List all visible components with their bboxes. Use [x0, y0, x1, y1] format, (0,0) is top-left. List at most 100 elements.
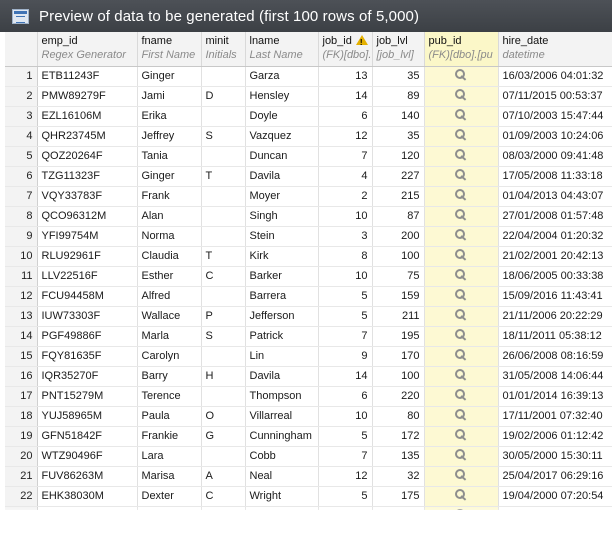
job-id-cell[interactable]: 8	[318, 246, 373, 267]
job-lvl-cell[interactable]: 75	[372, 266, 425, 287]
minit-cell[interactable]: O	[201, 406, 246, 427]
job-lvl-cell[interactable]: 175	[372, 486, 425, 507]
fname-cell[interactable]: Jeffrey	[137, 126, 202, 147]
pub-id-cell[interactable]	[424, 186, 499, 207]
pub-id-cell[interactable]	[424, 126, 499, 147]
emp-id-cell[interactable]: RLU92961F	[37, 246, 138, 267]
lookup-key-icon[interactable]	[454, 368, 468, 381]
lookup-key-icon[interactable]	[454, 388, 468, 401]
lookup-key-icon[interactable]	[454, 108, 468, 121]
hire-date-cell[interactable]: 07/11/2015 00:53:37	[498, 86, 612, 107]
table-row[interactable]: 15 FQY81635F Carolyn Lin 9 170 26/06/2008 08:1…	[5, 346, 612, 367]
job-id-cell[interactable]: 5	[318, 486, 373, 507]
emp-id-cell[interactable]: QOZ20264F	[37, 146, 138, 167]
minit-cell[interactable]: C	[201, 266, 246, 287]
lname-cell[interactable]: Patrick	[245, 326, 319, 347]
emp-id-cell[interactable]: FQY81635F	[37, 346, 138, 367]
lname-cell[interactable]: Stein	[245, 226, 319, 247]
column-header-job-lvl[interactable]: job_lvl [job_lvl]	[372, 32, 425, 67]
job-id-cell[interactable]: 6	[318, 386, 373, 407]
hire-date-cell[interactable]: 18/11/2011 05:38:12	[498, 326, 612, 347]
lname-cell[interactable]: Jefferson	[245, 306, 319, 327]
pub-id-cell[interactable]	[424, 446, 499, 467]
hire-date-cell[interactable]: 19/04/2000 07:20:54	[498, 486, 612, 507]
minit-cell[interactable]: T	[201, 166, 246, 187]
job-lvl-cell[interactable]: 100	[372, 366, 425, 387]
lookup-key-icon[interactable]	[454, 188, 468, 201]
minit-cell[interactable]: C	[201, 486, 246, 507]
lname-cell[interactable]: Cobb	[245, 446, 319, 467]
fname-cell[interactable]: Esther	[137, 266, 202, 287]
table-row[interactable]: 10 RLU92961F Claudia T Kirk 8 100 21/02/2001 20…	[5, 246, 612, 267]
emp-id-cell[interactable]: QCO96312M	[37, 206, 138, 227]
job-lvl-cell[interactable]: 159	[372, 286, 425, 307]
emp-id-cell[interactable]: TZG11323F	[37, 166, 138, 187]
pub-id-cell[interactable]	[424, 326, 499, 347]
table-row[interactable]: 5 QOZ20264F Tania Duncan 7 120 08/03/2000 09:4…	[5, 146, 612, 167]
fname-cell[interactable]: Alfred	[137, 286, 202, 307]
lname-cell[interactable]: Barrera	[245, 286, 319, 307]
table-row[interactable]: 16 IQR35270F Barry H Davila 14 100 31/05/2008 1…	[5, 366, 612, 387]
minit-cell[interactable]	[201, 206, 246, 227]
minit-cell[interactable]	[201, 146, 246, 167]
hire-date-cell[interactable]: 19/02/2006 01:12:42	[498, 426, 612, 447]
fname-cell[interactable]: Jami	[137, 86, 202, 107]
lname-cell[interactable]: Barker	[245, 266, 319, 287]
table-row[interactable]: 8 QCO96312M Alan Singh 10 87 27/01/2008 01:57:…	[5, 206, 612, 227]
job-lvl-cell[interactable]: 35	[372, 66, 425, 87]
fname-cell[interactable]: Paula	[137, 406, 202, 427]
job-lvl-cell[interactable]: 200	[372, 226, 425, 247]
pub-id-cell[interactable]	[424, 406, 499, 427]
hire-date-cell[interactable]: 21/11/2006 20:22:29	[498, 306, 612, 327]
job-id-cell[interactable]: 12	[318, 466, 373, 487]
column-header-pub-id[interactable]: pub_id (FK)[dbo].[pu	[424, 32, 499, 67]
pub-id-cell[interactable]	[424, 286, 499, 307]
job-lvl-cell[interactable]: 172	[372, 426, 425, 447]
emp-id-cell[interactable]: ETB11243F	[37, 66, 138, 87]
pub-id-cell[interactable]	[424, 486, 499, 507]
hire-date-cell[interactable]: 07/10/2003 15:47:44	[498, 106, 612, 127]
table-row[interactable]: 11 LLV22516F Esther C Barker 10 75 18/06/2005 0…	[5, 266, 612, 287]
column-header-emp-id[interactable]: emp_id Regex Generator	[37, 32, 138, 67]
fname-cell[interactable]: Lara	[137, 446, 202, 467]
table-row[interactable]: 20 WTZ90496F Lara Cobb 7 135 30/05/2000 15:30:…	[5, 446, 612, 467]
emp-id-cell[interactable]: PGF49886F	[37, 326, 138, 347]
table-row[interactable]: 3 EZL16106M Erika Doyle 6 140 07/10/2003 15:47…	[5, 106, 612, 127]
job-id-cell[interactable]: 14	[318, 86, 373, 107]
row-number-cell[interactable]: 13	[5, 306, 38, 327]
minit-cell[interactable]	[201, 66, 246, 87]
row-number-cell[interactable]: 12	[5, 286, 38, 307]
fname-cell[interactable]: Ginger	[137, 166, 202, 187]
row-number-cell[interactable]: 3	[5, 106, 38, 127]
minit-cell[interactable]: S	[201, 126, 246, 147]
emp-id-cell[interactable]: GFN51842F	[37, 426, 138, 447]
job-id-cell[interactable]: 10	[318, 266, 373, 287]
minit-cell[interactable]: D	[201, 86, 246, 107]
lookup-key-icon[interactable]	[454, 268, 468, 281]
lname-cell[interactable]: Moyer	[245, 186, 319, 207]
lookup-key-icon[interactable]	[454, 68, 468, 81]
hire-date-cell[interactable]: 27/01/2008 01:57:48	[498, 206, 612, 227]
hire-date-cell[interactable]: 31/05/2008 14:06:44	[498, 366, 612, 387]
fname-cell[interactable]: Norma	[137, 226, 202, 247]
fname-cell[interactable]: Claudia	[137, 246, 202, 267]
lookup-key-icon[interactable]	[454, 408, 468, 421]
minit-cell[interactable]	[201, 286, 246, 307]
table-row[interactable]: 18 YUJ58965M Paula O Villarreal 10 80 17/11/200…	[5, 406, 612, 427]
minit-cell[interactable]	[201, 106, 246, 127]
fname-cell[interactable]: Tania	[137, 146, 202, 167]
lname-cell[interactable]: Hensley	[245, 86, 319, 107]
pub-id-cell[interactable]	[424, 66, 499, 87]
column-header-fname[interactable]: fname First Name	[137, 32, 202, 67]
fname-cell[interactable]: Frankie	[137, 426, 202, 447]
preview-grid[interactable]: emp_id Regex Generator fname First Name …	[5, 32, 612, 510]
row-number-cell[interactable]: 15	[5, 346, 38, 367]
hire-date-cell[interactable]: 25/04/2017 06:29:16	[498, 466, 612, 487]
fname-cell[interactable]: Carolyn	[137, 346, 202, 367]
emp-id-cell[interactable]: EHK38030M	[37, 486, 138, 507]
pub-id-cell[interactable]	[424, 206, 499, 227]
emp-id-cell[interactable]: FUV86263M	[37, 466, 138, 487]
job-id-cell[interactable]: 5	[318, 306, 373, 327]
pub-id-cell[interactable]	[424, 246, 499, 267]
minit-cell[interactable]: P	[201, 306, 246, 327]
